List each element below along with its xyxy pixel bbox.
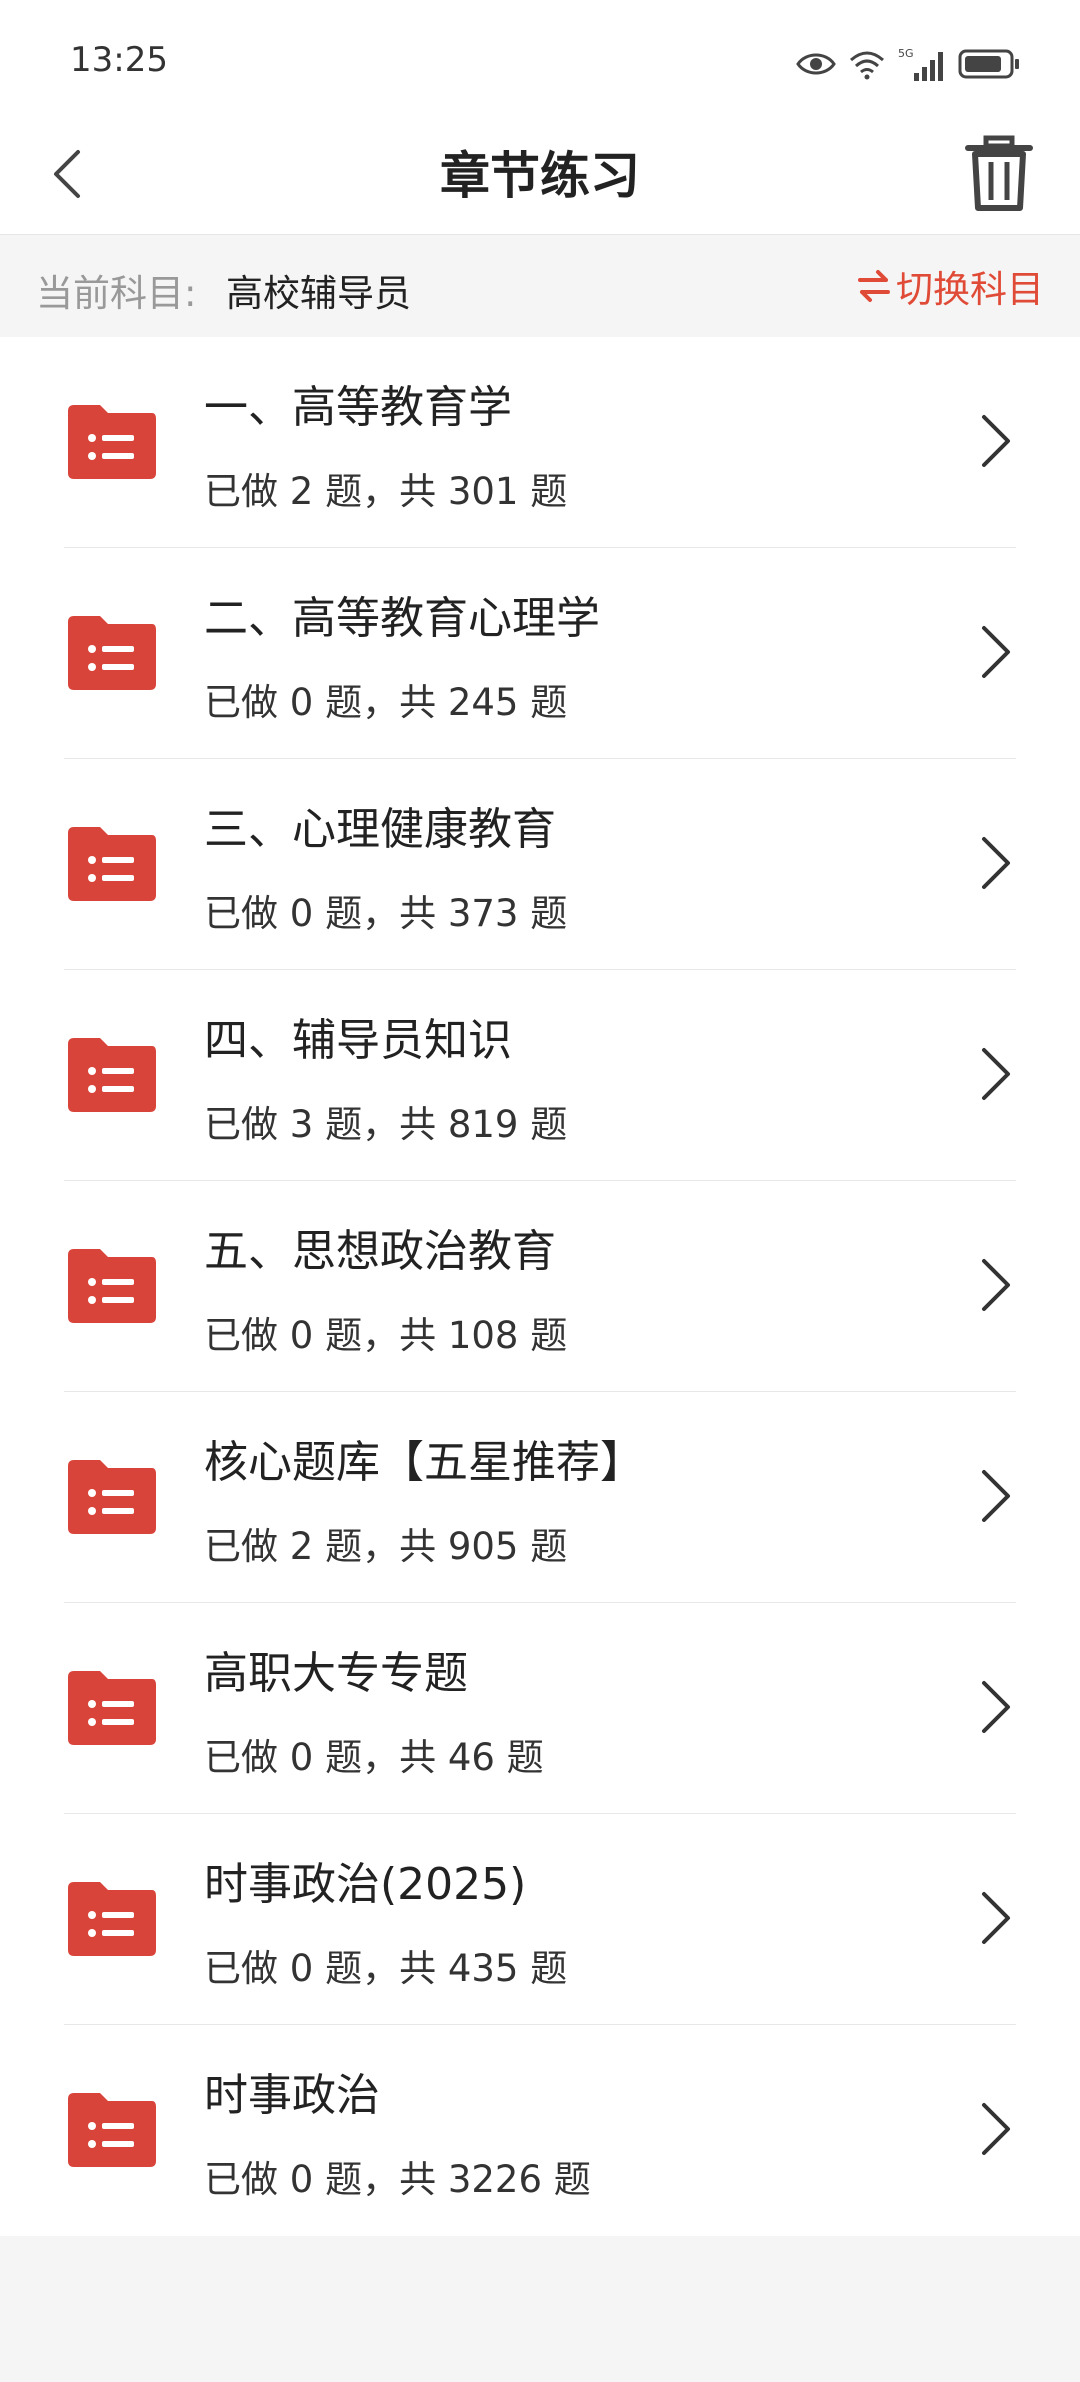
folder-list-icon <box>68 1460 156 1534</box>
folder-list-icon <box>68 827 156 901</box>
network-label: 5G <box>898 47 914 60</box>
subject-bar: 当前科目: 高校辅导员 切换科目 <box>0 235 1080 337</box>
list-item[interactable]: 三、心理健康教育 已做 0 题，共 373 题 <box>0 759 1080 970</box>
folder-list-icon <box>68 1671 156 1745</box>
eye-icon <box>796 53 836 75</box>
list-item[interactable]: 四、辅导员知识 已做 3 题，共 819 题 <box>0 970 1080 1181</box>
list-item[interactable]: 核心题库【五星推荐】 已做 2 题，共 905 题 <box>0 1392 1080 1603</box>
chapter-title: 一、高等教育学 <box>204 382 512 433</box>
chapter-title: 核心题库【五星推荐】 <box>204 1437 644 1488</box>
chapter-progress: 已做 0 题，共 3226 题 <box>204 2158 591 2201</box>
folder-list-icon <box>68 1249 156 1323</box>
delete-button[interactable] <box>954 128 1044 218</box>
chapter-progress: 已做 0 题，共 108 题 <box>204 1314 568 1357</box>
list-item[interactable]: 高职大专专题 已做 0 题，共 46 题 <box>0 1603 1080 1814</box>
chapter-progress: 已做 0 题，共 245 题 <box>204 681 568 724</box>
folder-list-icon <box>68 1038 156 1112</box>
chapter-title: 三、心理健康教育 <box>204 804 556 855</box>
chapter-title: 四、辅导员知识 <box>204 1015 512 1066</box>
chevron-right-icon <box>982 2103 1010 2155</box>
chevron-right-icon <box>982 626 1010 678</box>
wifi-icon <box>850 51 884 80</box>
list-item[interactable]: 二、高等教育心理学 已做 0 题，共 245 题 <box>0 548 1080 759</box>
chapter-title: 高职大专专题 <box>204 1648 468 1699</box>
chevron-right-icon <box>982 1892 1010 1944</box>
switch-subject-button[interactable]: 切换科目 <box>856 259 1044 313</box>
trash-icon <box>965 135 1033 211</box>
chapter-list: 一、高等教育学 已做 2 题，共 301 题 二、高等教育心理学 已做 0 题，… <box>0 337 1080 2236</box>
list-item[interactable]: 时事政治(2025) 已做 0 题，共 435 题 <box>0 1814 1080 2025</box>
subject-label: 当前科目: <box>36 272 197 315</box>
subject-value: 高校辅导员 <box>226 272 411 315</box>
chapter-progress: 已做 3 题，共 819 题 <box>204 1103 568 1146</box>
chapter-title: 二、高等教育心理学 <box>204 593 600 644</box>
folder-list-icon <box>68 616 156 690</box>
folder-list-icon <box>68 1882 156 1956</box>
chevron-right-icon <box>982 415 1010 467</box>
chapter-progress: 已做 0 题，共 373 题 <box>204 892 568 935</box>
chevron-right-icon <box>982 1259 1010 1311</box>
chapter-title: 时事政治(2025) <box>204 1859 527 1910</box>
list-item[interactable]: 五、思想政治教育 已做 0 题，共 108 题 <box>0 1181 1080 1392</box>
status-icons: 5G <box>796 44 1020 84</box>
chapter-title: 五、思想政治教育 <box>204 1226 556 1277</box>
folder-list-icon <box>68 405 156 479</box>
status-time: 13:25 <box>70 40 168 80</box>
chapter-progress: 已做 2 题，共 905 题 <box>204 1525 568 1568</box>
folder-list-icon <box>68 2093 156 2167</box>
chevron-right-icon <box>982 1048 1010 1100</box>
chevron-right-icon <box>982 1681 1010 1733</box>
list-item[interactable]: 一、高等教育学 已做 2 题，共 301 题 <box>0 337 1080 548</box>
swap-arrows-icon <box>858 270 890 302</box>
chapter-progress: 已做 0 题，共 435 题 <box>204 1947 568 1990</box>
chevron-right-icon <box>982 837 1010 889</box>
chapter-progress: 已做 2 题，共 301 题 <box>204 470 568 513</box>
chevron-right-icon <box>982 1470 1010 1522</box>
nav-bar: 章节练习 <box>0 110 1080 235</box>
chapter-progress: 已做 0 题，共 46 题 <box>204 1736 544 1779</box>
list-item[interactable]: 时事政治 已做 0 题，共 3226 题 <box>0 2025 1080 2236</box>
signal-5g-icon: 5G <box>898 47 943 81</box>
chapter-title: 时事政治 <box>204 2070 380 2121</box>
status-bar: 13:25 5G <box>0 0 1080 110</box>
page-title: 章节练习 <box>440 147 640 205</box>
battery-icon <box>958 49 1019 79</box>
switch-subject-label: 切换科目 <box>896 268 1044 311</box>
